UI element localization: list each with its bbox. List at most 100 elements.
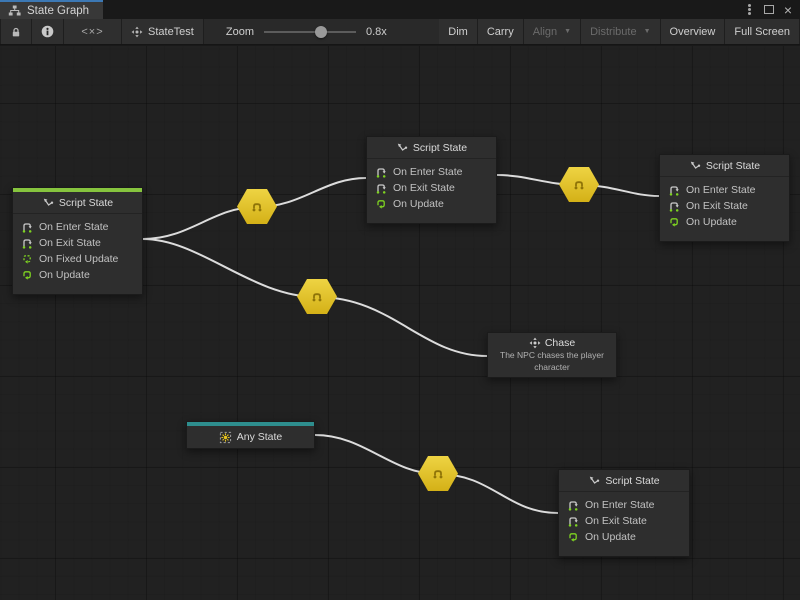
node-script-state-patrol[interactable]: Script State On Enter State On Exit Stat… xyxy=(12,187,143,295)
node-title: Script State xyxy=(59,197,113,209)
on-update-icon xyxy=(668,216,680,228)
item-label: On Update xyxy=(686,216,737,228)
distribute-button[interactable]: Distribute ▼ xyxy=(581,19,660,44)
script-state-icon xyxy=(396,142,408,153)
on-exit-state-icon xyxy=(567,515,579,527)
on-enter-state-icon xyxy=(375,166,387,178)
code-view-button[interactable]: <×> xyxy=(64,19,122,44)
dim-label: Dim xyxy=(448,26,468,38)
transition-icon xyxy=(249,199,265,215)
dim-button[interactable]: Dim xyxy=(439,19,478,44)
item-label: On Exit State xyxy=(393,182,455,194)
node-script-state-top[interactable]: Script State On Enter State On Exit Stat… xyxy=(366,136,497,224)
full-screen-button[interactable]: Full Screen xyxy=(725,19,800,44)
full-screen-label: Full Screen xyxy=(734,26,790,38)
list-item: On Update xyxy=(367,196,496,212)
chevron-down-icon: ▼ xyxy=(644,28,651,35)
node-chase[interactable]: Chase The NPC chases the player characte… xyxy=(487,332,617,378)
item-label: On Exit State xyxy=(585,515,647,527)
transition-icon xyxy=(430,466,446,482)
node-footer xyxy=(13,286,142,294)
node-script-state-bottom[interactable]: Script State On Enter State On Exit Stat… xyxy=(558,469,690,557)
on-exit-state-icon xyxy=(375,182,387,194)
lock-button[interactable] xyxy=(0,19,32,44)
maximize-icon[interactable] xyxy=(764,5,774,14)
window-controls: × xyxy=(745,0,800,19)
node-header: Script State xyxy=(367,137,496,159)
move-icon xyxy=(131,26,143,38)
zoom-slider-track xyxy=(264,31,356,33)
zoom-slider[interactable] xyxy=(264,25,356,39)
item-label: On Fixed Update xyxy=(39,253,118,265)
info-icon xyxy=(41,25,54,38)
list-item: On Enter State xyxy=(559,497,689,513)
on-enter-state-icon xyxy=(21,221,33,233)
node-header: Script State xyxy=(660,155,789,177)
overview-label: Overview xyxy=(670,26,716,38)
more-options-icon[interactable] xyxy=(748,8,751,11)
item-label: On Enter State xyxy=(393,166,462,178)
list-item: On Exit State xyxy=(13,235,142,251)
script-state-icon xyxy=(689,160,701,171)
tab-state-graph[interactable]: State Graph xyxy=(0,0,103,19)
script-state-icon xyxy=(42,197,54,208)
any-state-icon xyxy=(219,431,232,444)
chevron-down-icon: ▼ xyxy=(564,28,571,35)
on-update-icon xyxy=(21,269,33,281)
list-item: On Update xyxy=(660,214,789,230)
info-button[interactable] xyxy=(32,19,64,44)
item-label: On Update xyxy=(39,269,90,281)
move-icon xyxy=(529,337,541,349)
graph-canvas[interactable]: Script State On Enter State On Exit Stat… xyxy=(0,46,800,600)
on-fixed-update-icon xyxy=(21,253,33,265)
on-update-icon xyxy=(567,531,579,543)
item-label: On Update xyxy=(393,198,444,210)
code-icon: <×> xyxy=(81,26,103,38)
graph-selector-button[interactable]: StateTest xyxy=(122,19,204,44)
align-button[interactable]: Align ▼ xyxy=(524,19,581,44)
graph-icon xyxy=(8,5,21,16)
node-footer xyxy=(559,548,689,556)
on-exit-state-icon xyxy=(21,237,33,249)
node-title: Chase xyxy=(545,337,575,349)
transition-icon xyxy=(309,289,325,305)
overview-button[interactable]: Overview xyxy=(661,19,726,44)
close-icon[interactable]: × xyxy=(784,3,792,17)
lock-icon xyxy=(10,26,22,38)
node-header: Script State xyxy=(13,192,142,214)
item-label: On Update xyxy=(585,531,636,543)
item-label: On Exit State xyxy=(686,200,748,212)
toolbar: <×> StateTest Zoom 0.8x Dim Carry Align … xyxy=(0,19,800,45)
state-graph-window: State Graph × <×> StateTest Zoom xyxy=(0,0,800,600)
transition-icon xyxy=(571,177,587,193)
node-items: On Enter State On Exit State On Update xyxy=(660,177,789,233)
zoom-slider-handle[interactable] xyxy=(315,26,327,38)
carry-button[interactable]: Carry xyxy=(478,19,524,44)
node-footer xyxy=(367,215,496,223)
list-item: On Exit State xyxy=(559,513,689,529)
tab-bar: State Graph × xyxy=(0,0,800,19)
node-items: On Enter State On Exit State On Update xyxy=(367,159,496,215)
carry-label: Carry xyxy=(487,26,514,38)
zoom-value: 0.8x xyxy=(366,26,387,38)
list-item: On Exit State xyxy=(660,198,789,214)
zoom-label: Zoom xyxy=(226,26,254,38)
item-label: On Enter State xyxy=(39,221,108,233)
list-item: On Update xyxy=(13,267,142,283)
node-description: The NPC chases the player character xyxy=(488,350,616,372)
node-title: Script State xyxy=(706,160,760,172)
list-item: On Exit State xyxy=(367,180,496,196)
zoom-control: Zoom 0.8x xyxy=(204,19,401,44)
node-items: On Enter State On Exit State On Update xyxy=(559,492,689,548)
node-header: Script State xyxy=(559,470,689,492)
node-title: Script State xyxy=(413,142,467,154)
graph-name: StateTest xyxy=(148,26,194,38)
distribute-label: Distribute xyxy=(590,26,636,38)
node-script-state-right[interactable]: Script State On Enter State On Exit Stat… xyxy=(659,154,790,242)
on-update-icon xyxy=(375,198,387,210)
on-enter-state-icon xyxy=(567,499,579,511)
list-item: On Fixed Update xyxy=(13,251,142,267)
list-item: On Enter State xyxy=(13,219,142,235)
node-any-state[interactable]: Any State xyxy=(186,421,315,449)
node-items: On Enter State On Exit State On Fixed Up… xyxy=(13,214,142,286)
